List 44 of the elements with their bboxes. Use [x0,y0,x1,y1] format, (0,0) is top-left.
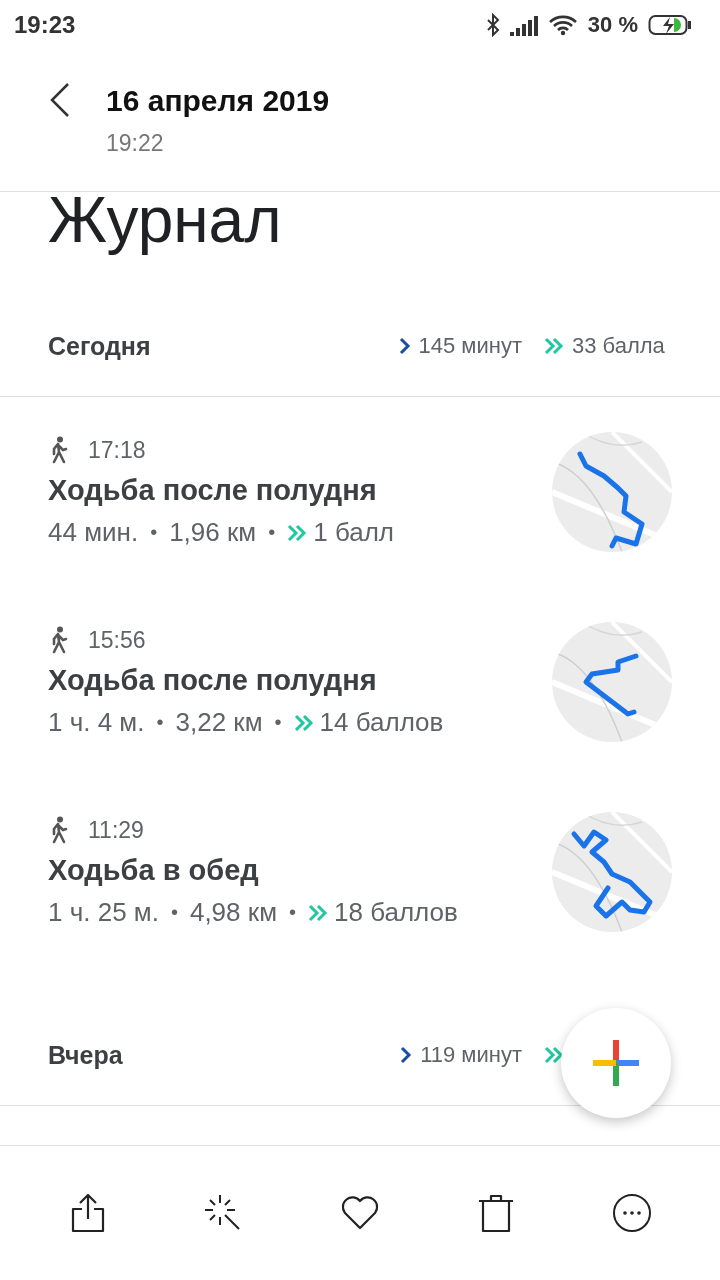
activity-distance: 3,22 км [175,707,263,738]
page-title: Журнал [48,192,283,258]
bluetooth-icon [485,13,500,37]
activity-points: 18 баллов [334,897,458,928]
status-time: 19:23 [14,11,76,39]
day-label: Сегодня [48,331,152,361]
chevron-icon [398,337,411,355]
activity-time: 17:18 [88,436,146,464]
add-button[interactable] [561,1008,671,1118]
battery-percent: 30 % [587,12,638,38]
activity-distance: 4,98 км [189,897,277,928]
photo-time: 19:22 [106,130,165,157]
activity-title: Ходьба после полудня [48,474,378,507]
activity-title: Ходьба в обед [48,854,260,887]
activity-points: 1 балл [313,517,394,548]
photo-date: 16 апреля 2019 [106,84,331,118]
minutes-total: 119 минут [420,1042,522,1068]
activity-time: 15:56 [88,626,146,654]
points-total: 33 балла [572,333,665,359]
double-chevron-icon [544,337,564,355]
signal-icon [509,14,538,36]
activity-distance: 1,96 км [169,517,257,548]
separator-dot: • [268,521,276,544]
chevron-icon [400,1046,413,1064]
double-chevron-icon [544,1046,564,1064]
plus-icon [591,1038,641,1088]
separator-dot: • [274,711,282,734]
activity-time: 11:29 [88,816,144,844]
battery-charging-icon [648,14,692,36]
separator-dot: • [150,521,158,544]
double-chevron-icon [308,903,329,922]
activity-duration: 1 ч. 4 м. [48,707,145,738]
activity-title: Ходьба после полудня [48,664,378,697]
activity-points: 14 баллов [319,707,444,738]
minutes-total: 145 минут [418,333,522,359]
separator-dot: • [289,901,297,924]
activity-duration: 1 ч. 25 м. [48,897,159,928]
double-chevron-icon [293,713,314,732]
wifi-icon [547,14,578,36]
separator-dot: • [170,901,178,924]
activity-duration: 44 мин. [48,517,139,548]
day-label: Вчера [48,1040,124,1070]
double-chevron-icon [287,523,308,542]
separator-dot: • [156,711,164,734]
